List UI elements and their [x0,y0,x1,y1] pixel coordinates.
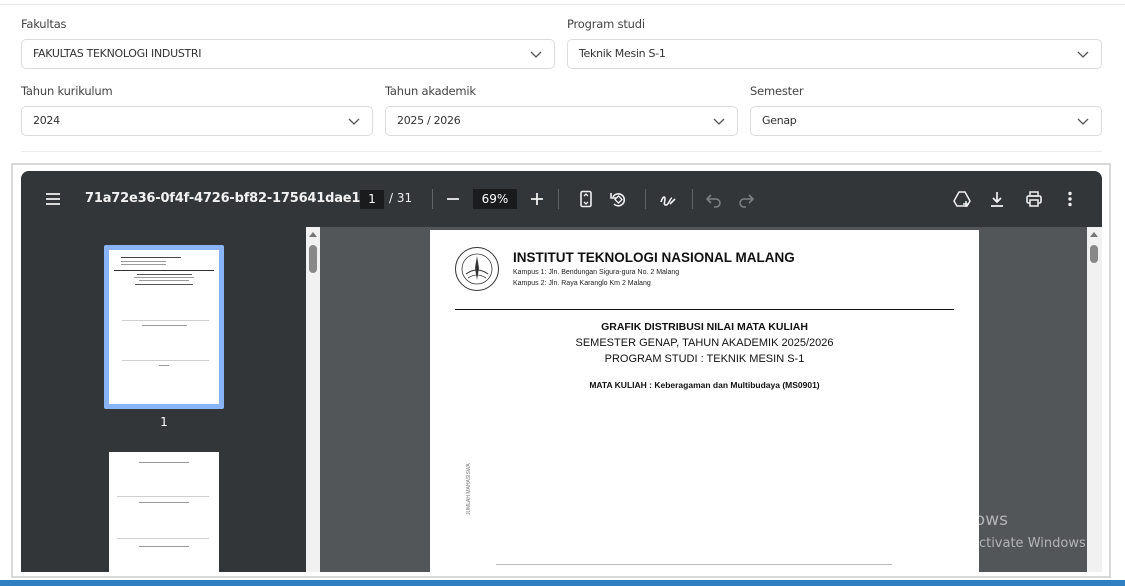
toolbar-separator [692,189,693,209]
print-icon[interactable] [1024,189,1044,209]
page-total: / 31 [389,191,413,205]
thumbnail-page [109,250,219,404]
activation-watermark-title: Activate Windows [857,510,1008,530]
page-number-input[interactable]: 1 [360,190,384,209]
scroll-up-arrow-icon[interactable] [309,231,317,237]
menu-icon[interactable] [43,189,63,209]
thumb-text [121,257,181,258]
chevron-down-icon [530,51,542,58]
thumb-text [142,325,187,326]
program-studi-value: Teknik Mesin S-1 [579,47,666,60]
chevron-down-icon [348,118,360,125]
tahun-kurikulum-value: 2024 [33,114,60,127]
activation-watermark-subtitle: Go to Settings to activate Windows. [857,536,1090,551]
thumbnail-page-number: 1 [160,415,168,429]
institution-name: INSTITUT TEKNOLOGI NASIONAL MALANG [513,250,795,265]
semester-select[interactable]: Genap [750,106,1102,136]
scrollbar-thumb[interactable] [1090,245,1098,263]
zoom-level-input[interactable]: 69% [473,189,517,209]
header-rule [455,309,954,310]
thumb-rule [117,538,209,539]
tahun-kurikulum-select[interactable]: 2024 [21,106,373,136]
thumb-text [139,502,189,503]
thumb-text [135,284,193,285]
thumb-text [121,264,166,265]
course-line: MATA KULIAH : Keberagaman dan Multibuday… [589,380,820,390]
thumb-text [134,277,194,278]
tahun-akademik-select[interactable]: 2025 / 2026 [385,106,738,136]
taskbar-edge [0,580,1125,586]
top-border [0,0,1125,5]
chevron-down-icon [1077,118,1089,125]
thumb-rule [122,360,209,361]
section-divider [21,151,1102,152]
y-axis-label: JUMLAH MAHASISWA [466,463,472,515]
thumbnail-scrollbar[interactable] [306,227,320,572]
tahun-akademik-value: 2025 / 2026 [397,114,461,127]
toolbar-separator [558,189,559,209]
thumb-text [159,365,169,366]
page-thumbnail[interactable] [109,452,219,572]
annotate-icon[interactable] [658,189,678,209]
document-scrollbar[interactable] [1087,227,1102,572]
toolbar-separator [645,189,646,209]
chevron-down-icon [713,118,725,125]
save-drive-icon[interactable] [952,189,972,209]
semester-value: Genap [762,114,797,127]
download-icon[interactable] [987,189,1007,209]
tahun-kurikulum-label: Tahun kurikulum [21,84,113,98]
campus-2-address: Kampus 2: Jln. Raya Karanglo Km 2 Malang [513,280,651,287]
scroll-up-arrow-icon[interactable] [1090,231,1098,237]
pdf-toolbar: 71a72e36-0f4f-4726-bf82-175641dae11f 1 /… [21,171,1102,227]
redo-icon[interactable] [736,189,756,209]
program-line: PROGRAM STUDI : TEKNIK MESIN S-1 [604,353,805,365]
undo-icon[interactable] [704,189,724,209]
zoom-out-icon[interactable] [443,189,463,209]
fakultas-label: Fakultas [21,17,67,31]
thumb-text [139,546,189,547]
institution-seal-icon [455,247,499,291]
chart-axis-line [496,564,892,565]
semester-label: Semester [750,84,804,98]
page-thumbnail-selected[interactable] [104,245,224,409]
fit-page-icon[interactable] [576,189,596,209]
program-studi-select[interactable]: Teknik Mesin S-1 [567,39,1102,69]
campus-1-address: Kampus 1: Jln. Bendungan Sigura-gura No.… [513,269,680,276]
thumb-rule [122,320,209,321]
more-icon[interactable] [1060,189,1080,209]
zoom-in-icon[interactable] [527,189,547,209]
toolbar-separator [432,189,433,209]
tahun-akademik-label: Tahun akademik [385,84,476,98]
fakultas-select[interactable]: FAKULTAS TEKNOLOGI INDUSTRI [21,39,555,69]
program-studi-label: Program studi [567,17,645,31]
report-heading: GRAFIK DISTRIBUSI NILAI MATA KULIAH [601,321,808,333]
rotate-icon[interactable] [608,189,628,209]
semester-line: SEMESTER GENAP, TAHUN AKADEMIK 2025/2026 [575,337,834,349]
chevron-down-icon [1077,51,1089,58]
thumb-text [139,280,189,281]
scrollbar-thumb[interactable] [309,245,317,273]
fakultas-value: FAKULTAS TEKNOLOGI INDUSTRI [33,47,202,60]
thumb-text [139,462,189,463]
thumb-text [137,274,192,275]
document-title: 71a72e36-0f4f-4726-bf82-175641dae11f [85,191,375,206]
thumb-rule [117,496,209,497]
thumb-rule [114,270,214,271]
thumb-text [121,261,166,262]
